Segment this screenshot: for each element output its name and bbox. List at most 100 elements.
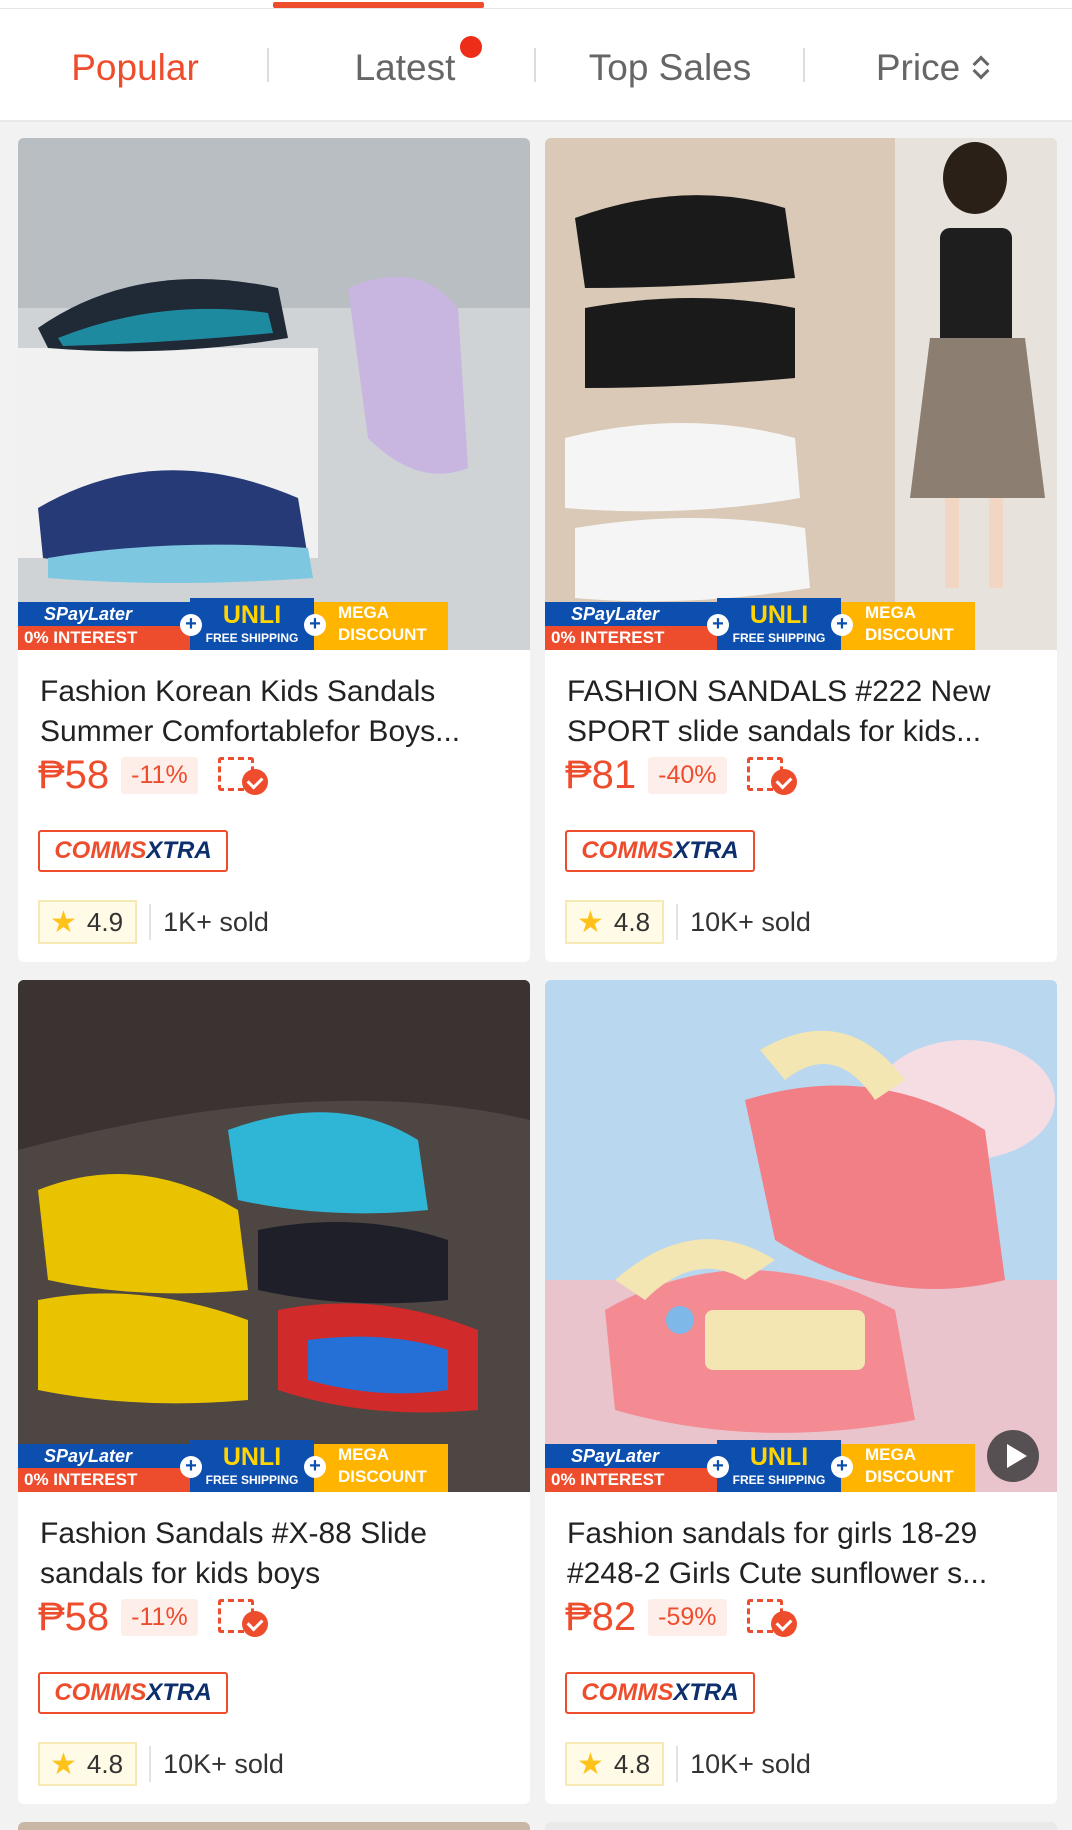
spaylater-label: SPayLater: [18, 602, 190, 626]
promo-banner: SPayLater 0% INTEREST + UNLI FREE SHIPPI…: [545, 1440, 1057, 1492]
divider: [149, 1746, 152, 1782]
unli-label: UNLI: [222, 1443, 282, 1471]
tab-separator: [534, 48, 536, 82]
discount-badge: -11%: [121, 1598, 198, 1636]
rating-row: ★ 4.8 10K+ sold: [565, 1742, 811, 1786]
cod-verified-icon: [217, 755, 270, 795]
sold-count: 10K+ sold: [690, 1748, 811, 1779]
price-row: ₱82 -59%: [565, 1592, 799, 1642]
mega-label: MEGA: [865, 1445, 916, 1464]
star-icon: ★: [577, 1747, 604, 1781]
tab-price-label: Price: [875, 47, 961, 88]
product-card[interactable]: SPayLater 0% INTEREST + UNLI FREE SHIPPI…: [18, 980, 530, 1804]
spaylater-label: SPayLater: [18, 1444, 190, 1468]
spaylater-label: SPayLater: [545, 602, 717, 626]
play-video-icon[interactable]: [987, 1430, 1039, 1482]
product-price: ₱58: [38, 1594, 110, 1639]
rating-row: ★ 4.9 1K+ sold: [38, 900, 269, 944]
rating-badge: ★ 4.8: [565, 1742, 665, 1786]
price-row: ₱58 -11%: [38, 1592, 270, 1642]
interest-label: 0% INTEREST: [18, 626, 190, 650]
tab-top-sales[interactable]: Top Sales: [568, 40, 772, 96]
product-card[interactable]: SPayLater 0% INTEREST + UNLI FREE SHIPPI…: [18, 138, 530, 962]
rating-row: ★ 4.8 10K+ sold: [38, 1742, 284, 1786]
commsxtra-badge: COMMSXTRA: [38, 830, 228, 872]
product-price: ₱82: [565, 1594, 637, 1639]
free-shipping-label: FREE SHIPPING: [205, 631, 299, 645]
star-icon: ★: [50, 905, 77, 939]
product-card[interactable]: SPayLater 0% INTEREST + UNLI FREE SHIPPI…: [545, 138, 1057, 962]
divider: [676, 1746, 679, 1782]
product-price: ₱58: [38, 752, 110, 797]
interest-label: 0% INTEREST: [18, 1468, 190, 1492]
sold-count: 10K+ sold: [690, 906, 811, 937]
product-title[interactable]: Fashion Korean Kids Sandals Summer Comfo…: [40, 672, 510, 752]
divider: [676, 904, 679, 940]
rating-value: 4.9: [86, 906, 124, 937]
sort-tab-bar: Popular Latest Top Sales Price: [0, 0, 1072, 122]
free-shipping-label: FREE SHIPPING: [732, 631, 826, 645]
unli-label: UNLI: [222, 601, 282, 629]
plus-icon: +: [304, 614, 326, 636]
plus-icon: +: [831, 614, 853, 636]
discount-badge: -59%: [648, 1598, 727, 1636]
price-row: ₱58 -11%: [38, 750, 270, 800]
tab-indicator: [273, 2, 484, 8]
product-image[interactable]: SPayLater 0% INTEREST + UNLI FREE SHIPPI…: [545, 980, 1057, 1492]
discount-badge: -11%: [121, 756, 198, 794]
sold-count: 10K+ sold: [163, 1748, 284, 1779]
product-image[interactable]: SPayLater 0% INTEREST + UNLI FREE SHIPPI…: [18, 138, 530, 650]
interest-label: 0% INTEREST: [545, 626, 717, 650]
tab-separator: [267, 48, 269, 82]
mega-label: MEGA: [865, 603, 916, 622]
star-icon: ★: [577, 905, 604, 939]
product-image[interactable]: SPayLater 0% INTEREST + UNLI FREE SHIPPI…: [18, 980, 530, 1492]
rating-value: 4.8: [613, 906, 651, 937]
tab-popular[interactable]: Popular: [40, 40, 230, 96]
product-photo: [18, 980, 530, 1492]
next-card-image: [18, 1822, 530, 1830]
rating-row: ★ 4.8 10K+ sold: [565, 900, 811, 944]
product-price: ₱81: [565, 752, 637, 797]
product-title[interactable]: FASHION SANDALS #222 New SPORT slide san…: [567, 672, 1037, 752]
tab-separator: [803, 48, 805, 82]
discount-badge: -40%: [648, 756, 727, 794]
unli-shipping-badge: UNLI FREE SHIPPING: [717, 1440, 841, 1492]
promo-banner: SPayLater 0% INTEREST + UNLI FREE SHIPPI…: [545, 598, 1057, 650]
unli-shipping-badge: UNLI FREE SHIPPING: [717, 598, 841, 650]
spaylater-badge: SPayLater 0% INTEREST: [545, 1444, 717, 1492]
discount-label: DISCOUNT: [338, 1467, 427, 1486]
unli-shipping-badge: UNLI FREE SHIPPING: [190, 598, 314, 650]
plus-icon: +: [707, 614, 729, 636]
interest-label: 0% INTEREST: [545, 1468, 717, 1492]
rating-badge: ★ 4.8: [38, 1742, 138, 1786]
rating-badge: ★ 4.8: [565, 900, 665, 944]
product-photo: [18, 138, 530, 650]
cod-verified-icon: [746, 755, 799, 795]
spaylater-badge: SPayLater 0% INTEREST: [18, 1444, 190, 1492]
sort-chevrons-icon: [972, 53, 990, 83]
free-shipping-label: FREE SHIPPING: [732, 1473, 826, 1487]
mega-discount-badge: MEGA DISCOUNT: [841, 602, 975, 650]
discount-label: DISCOUNT: [338, 625, 427, 644]
divider: [0, 8, 1072, 9]
unli-label: UNLI: [749, 1443, 809, 1471]
spaylater-label: SPayLater: [545, 1444, 717, 1468]
mega-discount-badge: MEGA DISCOUNT: [841, 1444, 975, 1492]
cod-verified-icon: [746, 1597, 799, 1637]
spaylater-badge: SPayLater 0% INTEREST: [18, 602, 190, 650]
tab-price[interactable]: Price: [858, 40, 1008, 96]
plus-icon: +: [831, 1456, 853, 1478]
product-photo: [545, 138, 1057, 650]
product-card[interactable]: SPayLater 0% INTEREST + UNLI FREE SHIPPI…: [545, 980, 1057, 1804]
spaylater-badge: SPayLater 0% INTEREST: [545, 602, 717, 650]
star-icon: ★: [50, 1747, 77, 1781]
mega-discount-badge: MEGA DISCOUNT: [314, 602, 448, 650]
mega-discount-badge: MEGA DISCOUNT: [314, 1444, 448, 1492]
mega-label: MEGA: [338, 1445, 389, 1464]
product-title[interactable]: Fashion Sandals #X-88 Slide sandals for …: [40, 1514, 510, 1594]
product-title[interactable]: Fashion sandals for girls 18-29 #248-2 G…: [567, 1514, 1037, 1594]
product-image[interactable]: SPayLater 0% INTEREST + UNLI FREE SHIPPI…: [545, 138, 1057, 650]
promo-banner: SPayLater 0% INTEREST + UNLI FREE SHIPPI…: [18, 598, 530, 650]
rating-value: 4.8: [86, 1748, 124, 1779]
